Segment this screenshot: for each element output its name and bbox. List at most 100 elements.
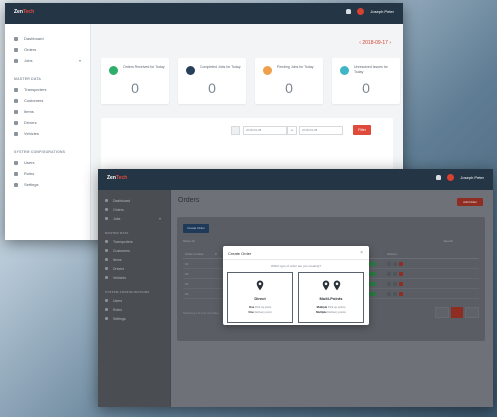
avatar[interactable] (447, 174, 455, 181)
edit-icon[interactable] (393, 272, 397, 276)
users-icon (14, 98, 18, 103)
page-size-select[interactable]: Show 10 (183, 239, 195, 243)
bell-icon[interactable] (436, 175, 442, 180)
roles-icon (105, 308, 108, 311)
add-order-button[interactable]: Add Order (457, 198, 483, 206)
sidebar-item-items[interactable]: Items (98, 255, 170, 264)
page-current-button[interactable] (451, 307, 463, 318)
sidebar-item-jobs[interactable]: Jobs ▾ (5, 55, 90, 66)
calendar-icon[interactable] (231, 126, 240, 135)
sidebar-item-dashboard[interactable]: Dashboard (98, 196, 170, 205)
view-icon[interactable] (387, 282, 391, 286)
page-prev-button[interactable] (435, 307, 449, 318)
delete-icon[interactable] (399, 282, 403, 286)
sidebar-item-transporters[interactable]: Transporters (98, 237, 170, 246)
sidebar-item-orders[interactable]: Orders (5, 44, 90, 55)
delete-icon[interactable] (399, 272, 403, 276)
sidebar-item-orders[interactable]: Orders (98, 205, 170, 214)
roles-icon (14, 171, 18, 176)
dashboard-icon (14, 36, 18, 41)
sidebar-item-users[interactable]: Users (98, 296, 170, 305)
sidebar-item-jobs[interactable]: Jobs ▾ (98, 214, 170, 223)
view-icon[interactable] (387, 292, 391, 296)
sidebar: Dashboard Orders Jobs ▾ MASTER DATA Trans… (98, 190, 171, 407)
box-icon (105, 258, 108, 261)
clock-icon (263, 66, 272, 75)
orders-icon (105, 208, 108, 211)
stat-value: 0 (362, 80, 370, 96)
map-pin-icon (333, 280, 340, 291)
stat-card-completed: Completed Jobs for Today 0 (178, 58, 246, 104)
sidebar-item-vehicles[interactable]: Vehicles (5, 128, 90, 139)
brand-logo[interactable]: ZenTech (14, 9, 34, 15)
modal-question: Which type of order are you creating? (270, 264, 322, 268)
date-to-input[interactable]: 2018-09-08 (299, 126, 343, 135)
brand-logo[interactable]: ZenTech (107, 175, 127, 181)
sidebar-item-transporters[interactable]: Transporters (5, 84, 90, 95)
sidebar-heading-system: SYSTEM CONFIGURATIONS (105, 290, 150, 294)
date-to-label: to (287, 126, 297, 135)
user-name[interactable]: Joseph Peter (460, 175, 484, 180)
box-icon (14, 109, 18, 114)
stat-value: 0 (285, 80, 293, 96)
col-header-num[interactable]: # (215, 252, 217, 256)
table-info: Showing 1 to 4 of 4 entries (183, 311, 219, 315)
sidebar-item-settings[interactable]: Settings (98, 314, 170, 323)
orders-icon (14, 47, 18, 52)
sidebar-heading-system: SYSTEM CONFIGURATIONS (14, 150, 66, 154)
check-icon (186, 66, 195, 75)
settings-icon (14, 182, 18, 187)
sidebar-item-drivers[interactable]: Drivers (98, 264, 170, 273)
order-type-direct[interactable]: Direct One Pick up point One Delivery po… (227, 272, 293, 323)
user-name[interactable]: Joseph Peter (370, 9, 394, 14)
sidebar-item-settings[interactable]: Settings (5, 179, 90, 190)
users-icon (105, 249, 108, 252)
top-bar: ZenTech Joseph Peter (5, 3, 403, 24)
col-header-actions[interactable]: Actions (387, 252, 397, 256)
edit-icon[interactable] (393, 282, 397, 286)
date-display[interactable]: ‹ 2018-09-17 › (359, 40, 391, 46)
close-icon[interactable]: × (360, 250, 363, 256)
user-icon (105, 299, 108, 302)
sidebar-item-customers[interactable]: Customers (5, 95, 90, 106)
page-next-button[interactable] (465, 307, 479, 318)
sidebar-item-users[interactable]: Users (5, 157, 90, 168)
edit-icon[interactable] (393, 262, 397, 266)
view-icon[interactable] (387, 272, 391, 276)
view-icon[interactable] (387, 262, 391, 266)
stat-card-orders: Orders Received for Today 0 (101, 58, 169, 104)
sidebar-item-items[interactable]: Items (5, 106, 90, 117)
vehicle-icon (105, 276, 108, 279)
settings-icon (105, 317, 108, 320)
jobs-icon (105, 217, 108, 220)
delete-icon[interactable] (399, 292, 403, 296)
jobs-icon (14, 58, 18, 63)
sidebar-item-roles[interactable]: Roles (98, 305, 170, 314)
sidebar-item-dashboard[interactable]: Dashboard (5, 33, 90, 44)
create-order-button[interactable]: Create Order (183, 224, 209, 233)
chevron-down-icon: ▾ (158, 216, 161, 221)
vehicle-icon (14, 131, 18, 136)
modal-divider (223, 259, 369, 260)
order-type-multi-points[interactable]: Multi-Points Multiple Pick up points Mul… (298, 272, 364, 323)
edit-icon[interactable] (393, 292, 397, 296)
pagination (435, 307, 479, 318)
filter-button[interactable]: Filter (353, 125, 371, 135)
stat-card-pending: Pending Jobs for Today 0 (255, 58, 323, 104)
search-label[interactable]: Search (443, 239, 453, 243)
sidebar-heading-master: MASTER DATA (105, 231, 129, 235)
avatar[interactable] (357, 8, 365, 15)
sidebar: Dashboard Orders Jobs ▾ MASTER DATA Trans… (5, 24, 91, 240)
delete-icon[interactable] (399, 262, 403, 266)
sidebar-item-vehicles[interactable]: Vehicles (98, 273, 170, 282)
sidebar-item-drivers[interactable]: Drivers (5, 117, 90, 128)
chevron-down-icon: ▾ (78, 58, 81, 63)
sidebar-item-roles[interactable]: Roles (5, 168, 90, 179)
stat-card-issues: Unresolved Issues for Today 0 (332, 58, 400, 104)
bell-icon[interactable] (346, 9, 352, 14)
stat-value: 0 (131, 80, 139, 96)
sidebar-item-customers[interactable]: Customers (98, 246, 170, 255)
map-pin-icon (322, 280, 329, 291)
col-header-order[interactable]: Order number (185, 252, 204, 256)
date-from-input[interactable]: 2018-09-08 (243, 126, 287, 135)
